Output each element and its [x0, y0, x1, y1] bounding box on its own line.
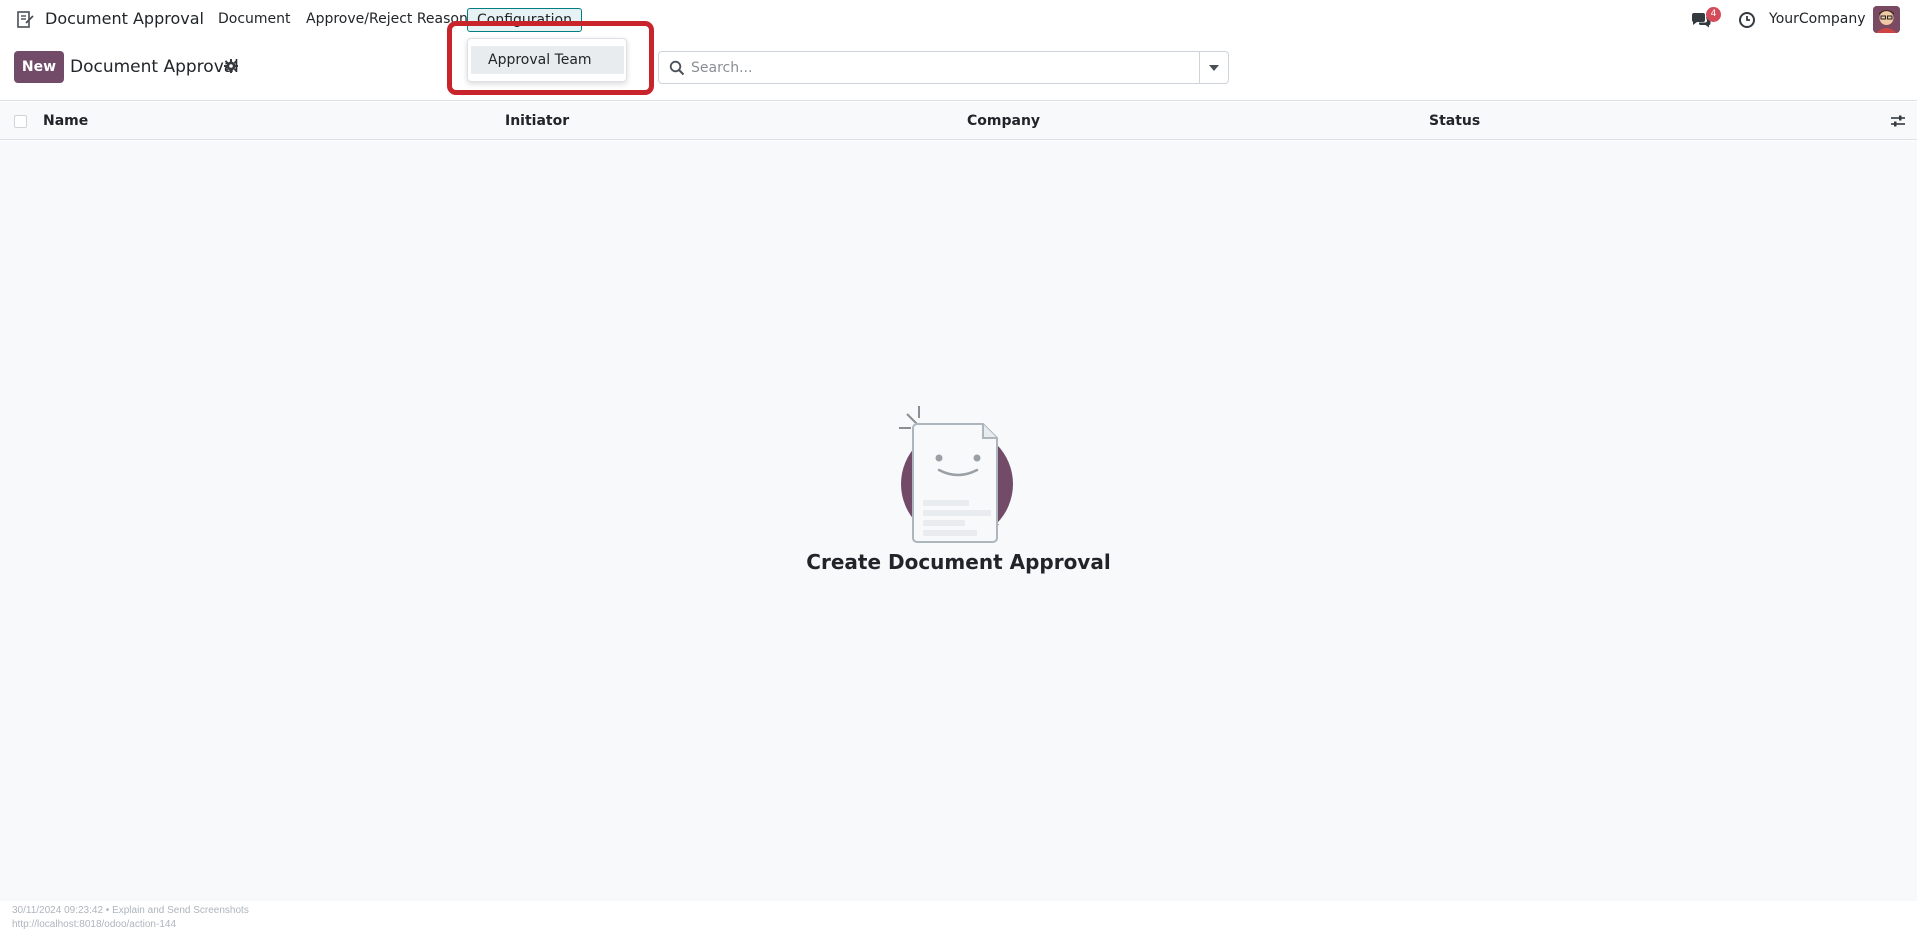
gear-icon[interactable]: [224, 59, 238, 73]
search-options-toggle[interactable]: [1199, 52, 1228, 83]
menu-approve-reject-reason[interactable]: Approve/Reject Reason: [306, 11, 468, 27]
column-initiator[interactable]: Initiator: [505, 113, 569, 129]
clock-icon[interactable]: [1738, 11, 1756, 29]
empty-state-title: Create Document Approval: [806, 550, 1111, 574]
column-company[interactable]: Company: [967, 113, 1040, 129]
page-title: Document Approval: [70, 57, 239, 77]
empty-document-illustration: [899, 406, 1013, 543]
top-navbar: Document Approval Document Approve/Rejec…: [0, 0, 1917, 40]
dropdown-item-approval-team[interactable]: Approval Team: [471, 46, 624, 74]
new-button[interactable]: New: [14, 51, 64, 83]
avatar[interactable]: [1873, 6, 1900, 33]
control-panel: New Document Approval: [0, 40, 1917, 101]
search-bar: [658, 51, 1229, 84]
footer-timestamp: 30/11/2024 09:23:42 • Explain and Send S…: [12, 905, 249, 916]
column-name[interactable]: Name: [43, 113, 88, 129]
company-switcher[interactable]: YourCompany: [1769, 11, 1866, 27]
settings-sliders-icon[interactable]: [1890, 113, 1906, 129]
menu-configuration[interactable]: Configuration: [467, 8, 582, 32]
configuration-dropdown: Approval Team: [467, 38, 627, 82]
chevron-down-icon: [1209, 65, 1219, 71]
screenshot-footer: 30/11/2024 09:23:42 • Explain and Send S…: [0, 901, 1917, 943]
column-status[interactable]: Status: [1429, 113, 1480, 129]
chat-badge: 4: [1706, 7, 1721, 22]
app-icon[interactable]: [15, 10, 35, 30]
avatar-icon: [1873, 6, 1900, 33]
search-icon: [669, 60, 685, 76]
list-header: Name Initiator Company Status: [0, 102, 1917, 140]
footer-url: http://localhost:8018/odoo/action-144: [12, 919, 177, 930]
search-input[interactable]: [691, 57, 1191, 79]
menu-document[interactable]: Document: [218, 11, 291, 27]
select-all-checkbox[interactable]: [14, 115, 27, 128]
app-name[interactable]: Document Approval: [45, 9, 204, 28]
